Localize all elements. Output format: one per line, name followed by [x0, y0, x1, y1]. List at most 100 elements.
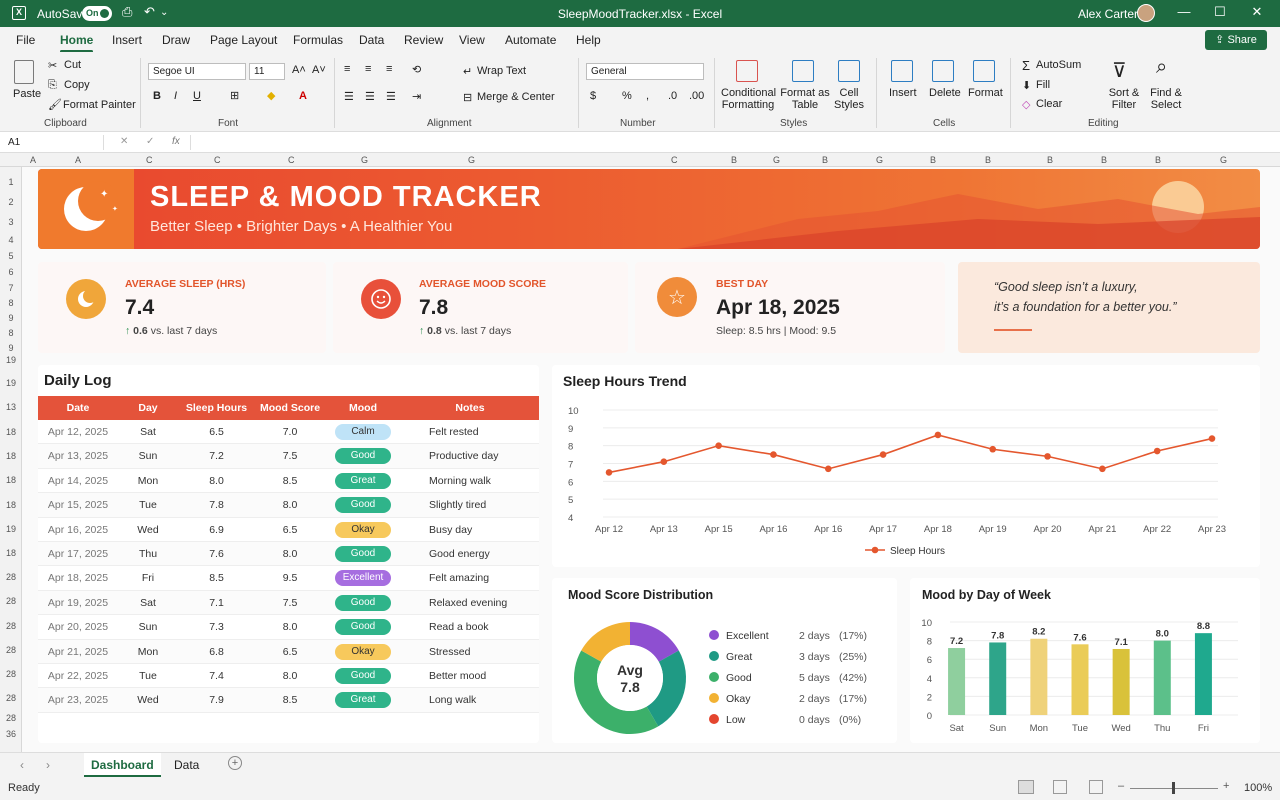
column-header[interactable]: B — [1101, 155, 1107, 165]
row-header[interactable]: 28 — [0, 596, 22, 606]
sort-filter-button[interactable]: Sort & Filter — [1103, 87, 1145, 111]
format-cells-icon[interactable] — [973, 60, 995, 82]
cell-sleep-hours[interactable]: 7.2 — [178, 450, 255, 462]
function-icon[interactable]: fx — [172, 136, 180, 147]
accounting-icon[interactable]: $ — [590, 90, 596, 102]
scroll-left-icon[interactable]: ‹ — [20, 758, 24, 772]
column-header-notes[interactable]: Notes — [401, 402, 539, 414]
row-header[interactable]: 3 — [0, 217, 22, 227]
save-icon[interactable]: ⎙ — [122, 4, 132, 20]
close-icon[interactable]: ✕ — [1247, 4, 1267, 20]
sheet-tab-data[interactable]: Data — [174, 758, 199, 772]
row-header[interactable]: 28 — [0, 669, 22, 679]
indent-icon[interactable]: ⇥ — [412, 90, 421, 103]
cell-sleep-hours[interactable]: 7.9 — [178, 694, 255, 706]
cell-day[interactable]: Sun — [118, 450, 178, 462]
row-header[interactable]: 19 — [0, 355, 22, 365]
font-size-select[interactable]: 11 — [249, 63, 285, 80]
tab-home[interactable]: Home — [60, 33, 94, 53]
cell-mood-score[interactable]: 8.0 — [255, 621, 325, 633]
maximize-icon[interactable]: ☐ — [1210, 4, 1230, 20]
clear-button[interactable]: Clear — [1036, 98, 1062, 110]
borders-icon[interactable]: ⊞ — [230, 89, 239, 102]
cell-date[interactable]: Apr 13, 2025 — [38, 450, 118, 462]
table-row[interactable]: Apr 22, 2025 Tue 7.4 8.0 Better mood Good — [38, 664, 539, 689]
cell-day[interactable]: Wed — [118, 694, 178, 706]
row-header[interactable]: 9 — [0, 343, 22, 353]
cell-notes[interactable]: Felt rested — [429, 426, 539, 438]
cell-styles-icon[interactable] — [838, 60, 860, 82]
cell-notes[interactable]: Morning walk — [429, 475, 539, 487]
table-row[interactable]: Apr 20, 2025 Sun 7.3 8.0 Read a book Good — [38, 615, 539, 640]
cell-mood-score[interactable]: 8.0 — [255, 548, 325, 560]
column-header[interactable]: B — [731, 155, 737, 165]
column-header[interactable]: B — [1155, 155, 1161, 165]
table-row[interactable]: Apr 21, 2025 Mon 6.8 6.5 Stressed Okay — [38, 639, 539, 664]
table-row[interactable]: Apr 18, 2025 Fri 8.5 9.5 Felt amazing Excelle… — [38, 566, 539, 591]
tab-page-layout[interactable]: Page Layout — [210, 33, 277, 47]
row-header[interactable]: 36 — [0, 729, 22, 739]
tab-formulas[interactable]: Formulas — [293, 33, 343, 47]
table-row[interactable]: Apr 13, 2025 Sun 7.2 7.5 Productive day Good — [38, 444, 539, 469]
undo-icon[interactable]: ↶ — [144, 4, 155, 20]
align-middle-icon[interactable]: ≡ — [365, 63, 371, 75]
cell-mood-score[interactable]: 8.5 — [255, 694, 325, 706]
fill-icon[interactable]: ⬇ — [1022, 79, 1031, 92]
row-header[interactable]: 19 — [0, 524, 22, 534]
cell-mood-score[interactable]: 7.0 — [255, 426, 325, 438]
cell-notes[interactable]: Slightly tired — [429, 499, 539, 511]
copy-button[interactable]: Copy — [64, 79, 90, 91]
align-center-icon[interactable]: ☰ — [365, 90, 375, 103]
merge-center-icon[interactable]: ⊟ — [463, 91, 472, 104]
row-header[interactable]: 1 — [0, 177, 22, 187]
row-header[interactable]: 18 — [0, 475, 22, 485]
underline-icon[interactable]: U — [193, 90, 201, 102]
bold-icon[interactable]: B — [153, 90, 161, 102]
column-header[interactable]: A — [30, 155, 36, 165]
autosum-button[interactable]: AutoSum — [1036, 59, 1081, 71]
zoom-in-icon[interactable]: + — [1223, 780, 1229, 792]
cell-day[interactable]: Mon — [118, 646, 178, 658]
zoom-slider-thumb[interactable] — [1172, 782, 1175, 794]
cell-date[interactable]: Apr 19, 2025 — [38, 597, 118, 609]
cell-styles-button[interactable]: Cell Styles — [830, 87, 868, 111]
page-layout-view-icon[interactable] — [1053, 780, 1067, 794]
cell-sleep-hours[interactable]: 8.5 — [178, 572, 255, 584]
row-header[interactable]: 18 — [0, 427, 22, 437]
copy-icon[interactable]: ⎘ — [48, 79, 57, 92]
row-header[interactable]: 18 — [0, 451, 22, 461]
add-sheet-icon[interactable]: + — [228, 756, 242, 770]
cell-mood-score[interactable]: 9.5 — [255, 572, 325, 584]
cell-date[interactable]: Apr 12, 2025 — [38, 426, 118, 438]
row-header[interactable]: 18 — [0, 548, 22, 558]
cell-date[interactable]: Apr 15, 2025 — [38, 499, 118, 511]
cell-date[interactable]: Apr 23, 2025 — [38, 694, 118, 706]
column-header[interactable]: C — [214, 155, 221, 165]
cell-sleep-hours[interactable]: 7.6 — [178, 548, 255, 560]
cell-day[interactable]: Sat — [118, 426, 178, 438]
delete-cells-button[interactable]: Delete — [929, 87, 961, 99]
avatar[interactable] — [1137, 4, 1155, 22]
cell-date[interactable]: Apr 14, 2025 — [38, 475, 118, 487]
merge-center-button[interactable]: Merge & Center — [477, 91, 555, 103]
cell-sleep-hours[interactable]: 6.8 — [178, 646, 255, 658]
align-bottom-icon[interactable]: ≡ — [386, 63, 392, 75]
enter-icon[interactable]: ✓ — [146, 136, 154, 147]
cell-sleep-hours[interactable]: 7.8 — [178, 499, 255, 511]
font-color-icon[interactable]: A — [299, 90, 307, 102]
column-header-mood-score[interactable]: Mood Score — [255, 402, 325, 414]
cut-button[interactable]: Cut — [64, 59, 81, 71]
cell-day[interactable]: Sat — [118, 597, 178, 609]
column-header[interactable]: G — [468, 155, 475, 165]
format-as-table-icon[interactable] — [792, 60, 814, 82]
format-painter-button[interactable]: Format Painter — [63, 99, 136, 111]
cell-mood-score[interactable]: 7.5 — [255, 597, 325, 609]
quick-access-more-icon[interactable]: ⌄ — [160, 7, 168, 18]
cell-day[interactable]: Fri — [118, 572, 178, 584]
table-row[interactable]: Apr 23, 2025 Wed 7.9 8.5 Long walk Great — [38, 688, 539, 713]
row-header[interactable]: 28 — [0, 572, 22, 582]
cell-notes[interactable]: Productive day — [429, 450, 539, 462]
tab-view[interactable]: View — [459, 33, 485, 47]
conditional-formatting-icon[interactable] — [736, 60, 758, 82]
zoom-level[interactable]: 100% — [1244, 782, 1272, 794]
